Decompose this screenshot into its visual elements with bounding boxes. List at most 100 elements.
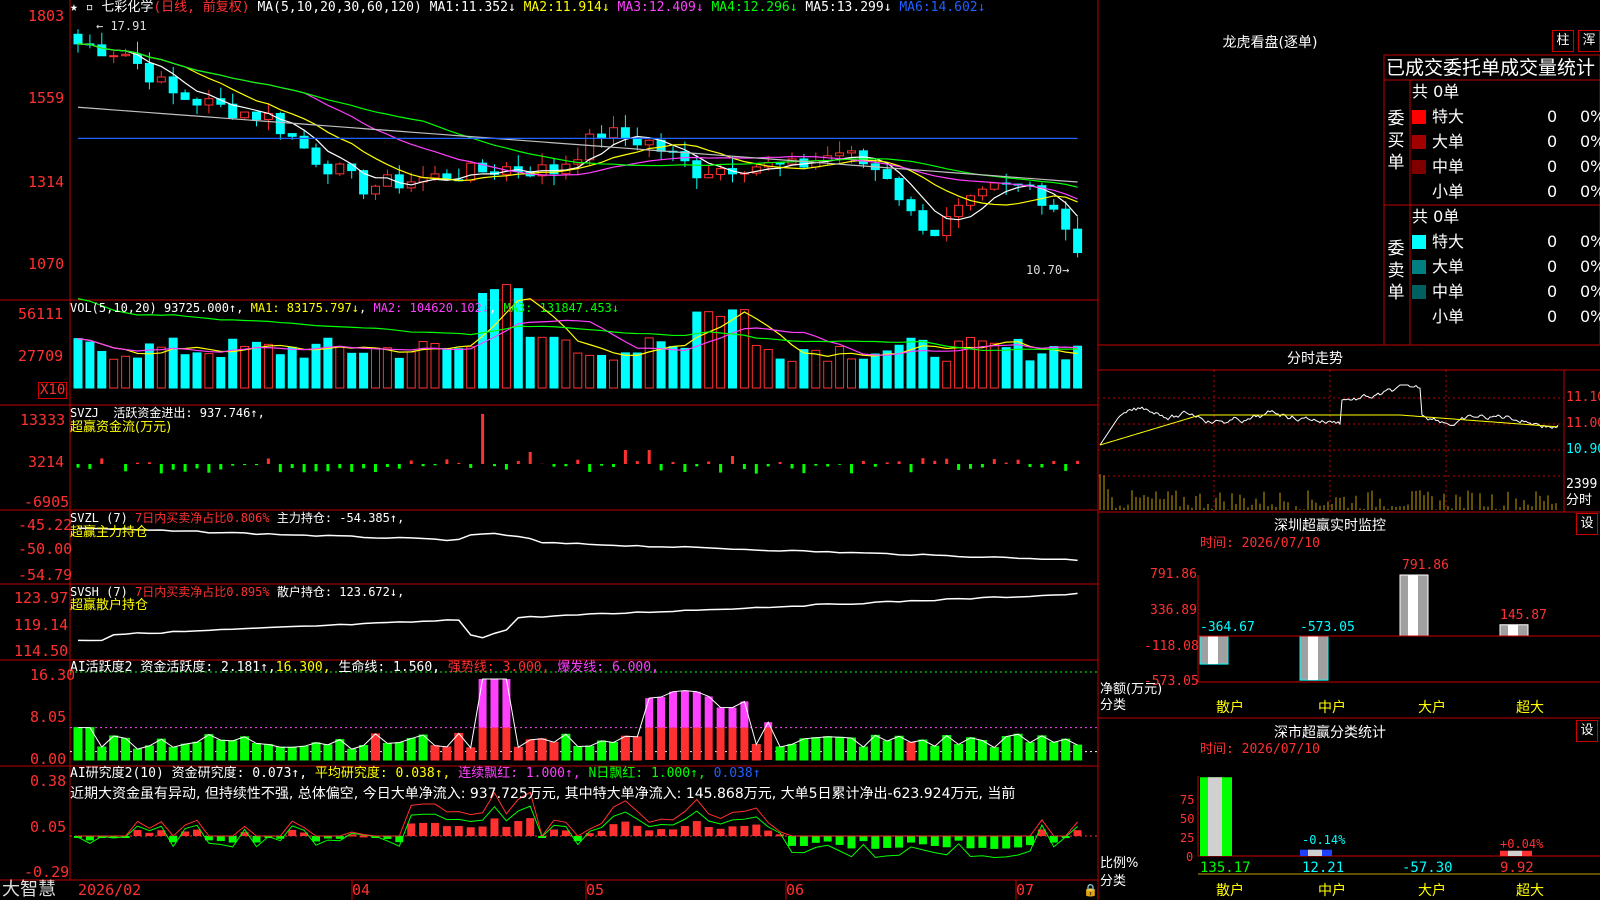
buy-row-name: 特大 xyxy=(1432,107,1465,126)
activity-bar xyxy=(502,727,511,760)
candle-body xyxy=(930,229,940,237)
settings-diamond-icon[interactable]: ▫ xyxy=(86,0,94,15)
activity-bar xyxy=(632,736,642,761)
volume-bar xyxy=(1073,345,1083,389)
activity-bar xyxy=(287,746,297,761)
activity-bar xyxy=(394,742,404,761)
volume-bar xyxy=(204,353,214,389)
research-bar xyxy=(752,824,761,836)
activity-bar xyxy=(847,737,856,761)
main-ytick: 1803 xyxy=(28,7,65,25)
ai2-label: AI研究度2(10) xyxy=(70,766,164,781)
brand-logo: 大智慧 xyxy=(2,879,56,900)
fund-flow-bar xyxy=(362,464,366,469)
sz-class-title: 深市超赢分类统计 xyxy=(1274,725,1386,741)
candle-body xyxy=(180,92,190,100)
volume-bar xyxy=(704,311,714,389)
volume-bar xyxy=(192,352,202,389)
fund-flow-bar xyxy=(1064,464,1068,471)
candle-body xyxy=(942,216,952,237)
mixed-view-button[interactable]: 浑 xyxy=(1578,30,1600,52)
volume-bar xyxy=(1013,338,1023,389)
fund-flow-bar xyxy=(385,464,389,467)
main-ytick: 1559 xyxy=(28,89,65,107)
fund-flow-bar xyxy=(493,464,496,467)
candle-body xyxy=(620,127,630,139)
dragon-header: 已成交委托单成交量统计 xyxy=(1386,57,1596,79)
ai2-ytick: 0.38 xyxy=(30,772,67,790)
volume-bar xyxy=(252,341,261,389)
ma3-value: 12.409↓ xyxy=(648,0,704,15)
volume-bar xyxy=(918,339,928,389)
candle-body xyxy=(97,44,107,57)
candle-body xyxy=(252,111,261,120)
ma2-name: MA2: xyxy=(523,0,555,15)
volume-bar xyxy=(823,360,833,389)
candle-body xyxy=(882,169,892,179)
fund-flow-bar xyxy=(969,464,972,469)
svzl-ytick: -45.22 xyxy=(18,516,73,534)
vol-value: 93725.000↑ xyxy=(163,301,237,315)
activity-bar xyxy=(502,679,511,728)
sell-row-count: 0 xyxy=(1547,257,1558,276)
fund-flow-bar xyxy=(445,459,449,464)
sell-row: 特大 0 0% xyxy=(1412,230,1600,254)
volume-bar xyxy=(870,353,880,389)
sz-monitor-category: 超大 xyxy=(1516,700,1544,716)
sz-monitor-time: 时间: 2026/07/10 xyxy=(1200,536,1320,551)
activity-bar xyxy=(787,743,797,761)
volume-bar xyxy=(644,337,654,389)
fund-flow-bar xyxy=(957,464,961,470)
candle-body xyxy=(977,188,987,197)
research-bar xyxy=(669,829,677,836)
activity-bar xyxy=(1073,744,1083,761)
research-bar xyxy=(835,836,844,845)
fund-flow-bar xyxy=(552,464,556,467)
vol-ma2-line xyxy=(77,319,1078,356)
chart-canvas[interactable] xyxy=(0,0,1600,900)
volume-bar xyxy=(287,346,297,389)
sz-monitor-ytick: -118.08 xyxy=(1144,639,1199,654)
sz-class-bottom-value: 9.92 xyxy=(1500,860,1534,876)
candle-body xyxy=(597,133,607,139)
bar-view-button[interactable]: 柱 xyxy=(1552,30,1574,52)
activity-bar xyxy=(406,738,416,761)
sell-total: 共 0单 xyxy=(1412,207,1460,226)
fund-flow-bar xyxy=(826,464,830,467)
sz-class-category: 中户 xyxy=(1318,883,1346,899)
fund-flow-bar xyxy=(707,461,711,464)
ratio-bar-highlight xyxy=(1308,849,1322,856)
fund-flow-bar xyxy=(945,458,949,464)
sz-class-settings-button[interactable]: 设 xyxy=(1576,720,1598,742)
activity-bar xyxy=(478,679,487,728)
star-icon[interactable]: ★ xyxy=(70,0,78,15)
ai2-ytick: 0.05 xyxy=(30,818,67,836)
volume-bar xyxy=(85,341,95,389)
sz-monitor-settings-button[interactable]: 设 xyxy=(1576,513,1598,535)
vol-unit-button[interactable]: X10 xyxy=(38,382,68,399)
candle-body xyxy=(204,98,214,106)
svzl-ytick: -50.00 xyxy=(18,540,73,558)
research-bar xyxy=(597,830,606,836)
fund-flow-bar xyxy=(481,414,485,464)
candle-body xyxy=(323,163,333,175)
sz-class-category: 大户 xyxy=(1418,883,1446,899)
activity-bar xyxy=(799,738,809,761)
lock-icon[interactable]: 🔒 xyxy=(1083,882,1098,898)
fund-flow-bar xyxy=(838,464,842,465)
volume-bar xyxy=(525,336,535,389)
volume-bar xyxy=(406,351,416,389)
sell-row-name: 大单 xyxy=(1432,257,1465,276)
research-bar xyxy=(692,821,701,836)
svzj-ytick: -6905 xyxy=(24,493,70,511)
buy-row-name: 大单 xyxy=(1432,132,1465,151)
candle-body xyxy=(382,174,392,187)
volume-bar xyxy=(133,357,142,389)
volume-bar xyxy=(263,343,273,389)
xaxis-label: 2026/02 xyxy=(78,881,142,899)
vol-ytick: 56111 xyxy=(18,305,64,323)
fund-flow-bar xyxy=(255,464,258,466)
activity-bar xyxy=(585,745,595,761)
ma3-line xyxy=(77,43,1078,200)
activity-bar xyxy=(1049,741,1059,761)
